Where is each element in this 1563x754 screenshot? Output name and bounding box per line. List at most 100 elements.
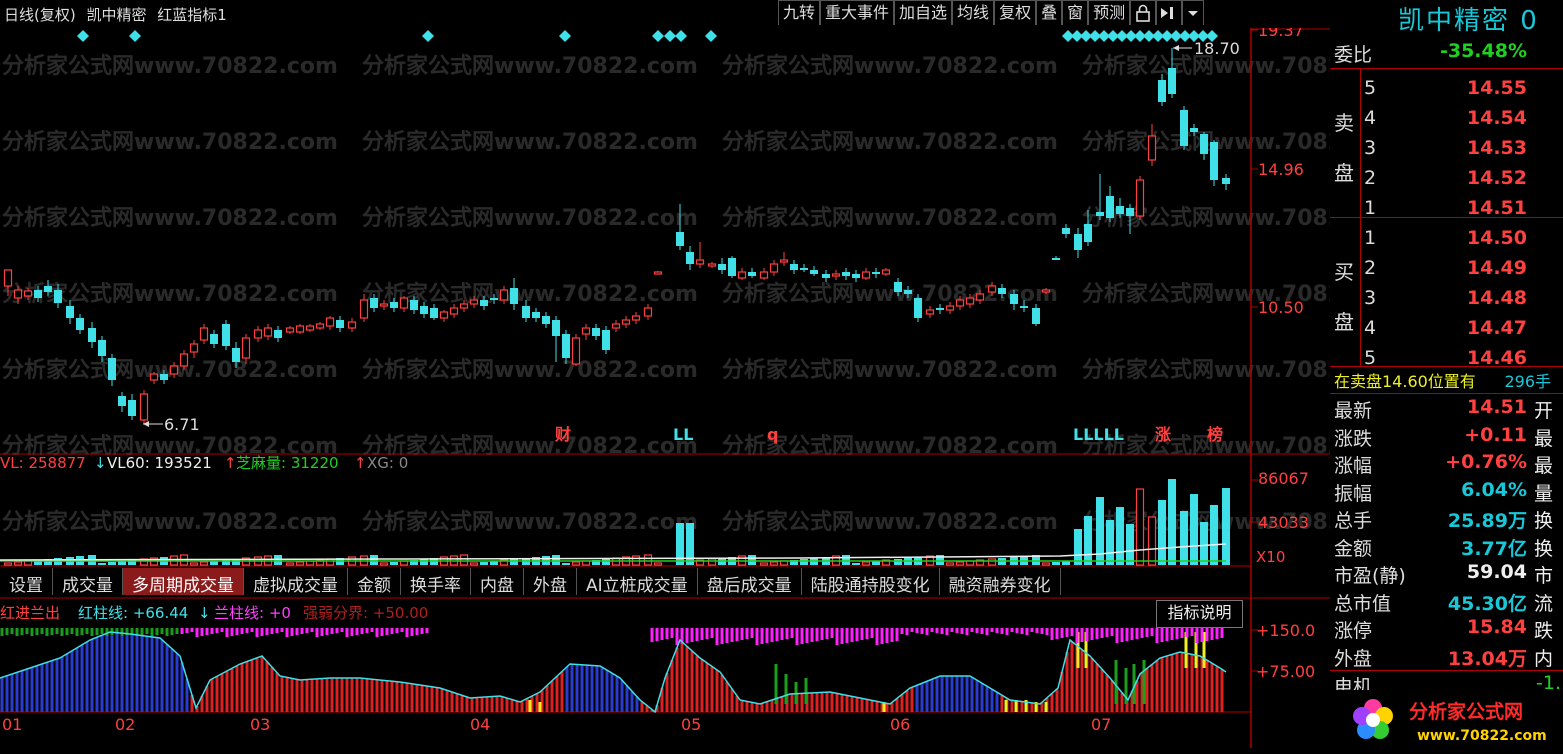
- tab-turnover[interactable]: 换手率: [401, 568, 471, 596]
- forecast-button[interactable]: 预测: [1088, 0, 1131, 25]
- volume-legend: VL: 258877 ↓ VL60: 193521 ↑ 芝麻量: 31220 ↑…: [0, 454, 408, 472]
- candle-body: [955, 299, 965, 307]
- export-icon[interactable]: [1156, 0, 1183, 25]
- watermark-text: 分析家公式网www.70822.com: [362, 53, 698, 79]
- stat-row: 市盈(静) 59.04 市: [1330, 561, 1563, 588]
- watermark-text: 分析家公式网www.70822.com: [362, 357, 698, 383]
- volume-bar: [1180, 511, 1188, 565]
- weibi-row: 委比 -35.48%: [1330, 40, 1563, 70]
- buy-level-row[interactable]: 2 14.49: [1330, 257, 1563, 287]
- tab-margin-trading[interactable]: 融资融券变化: [940, 568, 1061, 596]
- candle-body: [336, 320, 344, 328]
- candle-body: [800, 268, 808, 270]
- event-marker-zhang: 涨: [1155, 425, 1171, 444]
- buy-level-row[interactable]: 3 14.48: [1330, 287, 1563, 317]
- volume-bar: [894, 559, 902, 565]
- indicator-help-button[interactable]: 指标说明: [1156, 600, 1243, 628]
- period-label[interactable]: 日线(复权): [4, 6, 76, 24]
- volume-bar: [1200, 522, 1208, 565]
- watermark-text: 分析家公式网www.70822.com: [2, 281, 338, 307]
- candle-body: [861, 271, 871, 279]
- jiuzhuan-button[interactable]: 九转: [778, 0, 821, 25]
- candle-body: [1158, 80, 1166, 102]
- candle-body: [686, 252, 694, 264]
- tab-volume[interactable]: 成交量: [53, 568, 123, 596]
- volume-bar: [379, 562, 389, 566]
- indicator-bars: [0, 628, 1227, 714]
- signal-diamond: [664, 30, 676, 42]
- tab-outer[interactable]: 外盘: [524, 568, 577, 596]
- tab-after-hours-volume[interactable]: 盘后成交量: [698, 568, 802, 596]
- candle-body: [831, 273, 841, 277]
- order-level: 5: [1364, 77, 1377, 99]
- stat-value: 25.89万: [1447, 510, 1527, 532]
- tab-virtual-volume[interactable]: 虚拟成交量: [244, 568, 348, 596]
- sell-level-row[interactable]: 1 14.51: [1330, 197, 1563, 227]
- candle-body: [707, 263, 717, 267]
- sell-level-row[interactable]: 2 14.52: [1330, 167, 1563, 197]
- sell-level-row[interactable]: 5 14.55: [1330, 77, 1563, 107]
- stat-extra: 最: [1534, 427, 1554, 450]
- watermark-text: 分析家公式网www.70822.com: [1082, 357, 1330, 383]
- signal-diamonds: [77, 30, 1218, 42]
- candle-body: [532, 312, 540, 318]
- watermark-text: 分析家公式网www.70822.com: [362, 129, 698, 155]
- order-level: 2: [1364, 167, 1377, 189]
- stat-extra: 市: [1534, 565, 1554, 587]
- volume-bar: [1190, 494, 1198, 565]
- tab-inner[interactable]: 内盘: [471, 568, 524, 596]
- order-price: 14.54: [1466, 107, 1527, 129]
- candle-body: [295, 325, 305, 333]
- volume-bar: [1126, 524, 1134, 565]
- tab-ai-volume[interactable]: AI立桩成交量: [577, 568, 698, 596]
- volume-bar: [1147, 516, 1157, 566]
- month-label-01: 01: [2, 715, 22, 734]
- stat-row: 涨幅 +0.76% 最: [1330, 451, 1563, 478]
- moving-average-button[interactable]: 均线: [952, 0, 995, 25]
- candle-body: [1222, 178, 1230, 184]
- tab-hk-connect[interactable]: 陆股通持股变化: [802, 568, 940, 596]
- dropdown-icon[interactable]: [1182, 0, 1205, 25]
- chart-area[interactable]: 分析家公式网www.70822.com 分析家公式网www.70822.com 分析…: [0, 28, 1330, 752]
- adjust-button[interactable]: 复权: [994, 0, 1037, 25]
- candle-body: [1200, 134, 1208, 154]
- volume-bar: [1106, 520, 1114, 565]
- buy-level-row[interactable]: 1 14.50: [1330, 227, 1563, 257]
- sell-level-row[interactable]: 4 14.54: [1330, 107, 1563, 137]
- candle-body: [399, 297, 409, 309]
- stat-value: 3.77亿: [1461, 537, 1527, 560]
- tab-amount[interactable]: 金额: [348, 568, 401, 596]
- volume-bar: [1116, 507, 1124, 565]
- stat-row: 最新 14.51 开: [1330, 396, 1563, 423]
- window-button[interactable]: 窗: [1062, 0, 1089, 25]
- add-watchlist-button[interactable]: 加自选: [894, 0, 953, 25]
- lock-icon[interactable]: [1130, 0, 1157, 25]
- indicator-name-label[interactable]: 红蓝指标1: [157, 6, 227, 24]
- event-marker-lllll: LLLLL: [1073, 425, 1124, 444]
- overlay-button[interactable]: 叠: [1036, 0, 1063, 25]
- stat-value: 15.84: [1466, 616, 1527, 638]
- watermark-text: 分析家公式网www.70822.com: [2, 509, 338, 535]
- sell-level-row[interactable]: 3 14.53: [1330, 137, 1563, 167]
- candle-body: [34, 290, 42, 298]
- tab-multi-period-volume[interactable]: 多周期成交量: [123, 568, 244, 596]
- tab-settings[interactable]: 设置: [0, 568, 53, 596]
- buy-level-row[interactable]: 4 14.47: [1330, 317, 1563, 347]
- volume-bar: [199, 561, 209, 566]
- stat-row: 涨停 15.84 跌: [1330, 616, 1563, 643]
- signal-diamond: [129, 30, 141, 42]
- volume-bar: [1158, 500, 1166, 565]
- volume-bar: [852, 563, 860, 565]
- signal-diamond: [77, 30, 89, 42]
- major-events-button[interactable]: 重大事件: [820, 0, 895, 25]
- candle-body: [581, 327, 591, 335]
- zhima-label: 芝麻量: 31220: [236, 454, 339, 472]
- candle-body: [945, 305, 955, 311]
- low-annotation: 6.71: [143, 415, 200, 434]
- volume-bar: [571, 561, 581, 566]
- volume-bar: [480, 562, 488, 565]
- stat-row: 振幅 6.04% 量: [1330, 479, 1563, 506]
- price-axis-label-1: 19.37: [1258, 28, 1304, 40]
- volume-bar: [748, 555, 756, 565]
- candle-body: [1032, 308, 1040, 324]
